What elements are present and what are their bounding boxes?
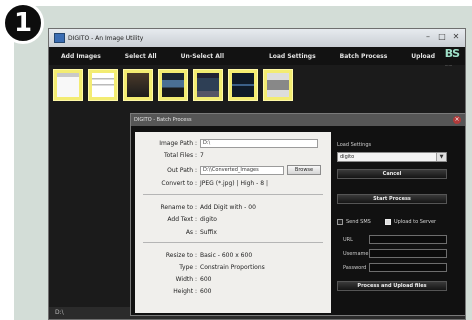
step-number-badge: 1 (2, 2, 44, 44)
thumbnail-image (127, 73, 149, 97)
total-files-value: 7 (200, 151, 204, 159)
divider (143, 242, 323, 243)
toolbar: Add Images Select All Un-Select All Load… (49, 47, 465, 65)
width-row: Width : 600 (135, 274, 212, 284)
load-settings-label: Load Settings (337, 142, 372, 148)
height-label: Height : (173, 287, 197, 295)
settings-form: Image Path : D:\ Total Files : 7 Out Pat… (135, 132, 331, 313)
thumbnail-image (232, 73, 254, 97)
image-path-field[interactable]: D:\ (200, 138, 318, 148)
as-label: As : (185, 228, 197, 236)
cancel-button[interactable]: Cancel (337, 169, 447, 179)
image-thumbnail[interactable] (123, 69, 153, 101)
rename-to-value: Add Digit with - 00 (200, 203, 256, 211)
thumbnail-image (162, 73, 184, 97)
out-path-row: Out Path : D:\\Converted_Images Browse (135, 165, 321, 175)
total-files-label: Total Files : (163, 151, 197, 159)
rename-to-label: Rename to : (160, 203, 197, 211)
password-row: Password (337, 263, 447, 272)
add-text-label: Add Text : (167, 215, 197, 223)
settings-select-value: digito (340, 154, 355, 160)
chevron-down-icon: ▼ (436, 153, 446, 161)
add-text-row: Add Text : digito (135, 214, 217, 224)
add-images-button[interactable]: Add Images (49, 53, 113, 60)
settings-select[interactable]: digito ▼ (337, 152, 447, 162)
window-title: DIGITO - An Image Utility (68, 34, 144, 42)
browse-button[interactable]: Browse (287, 165, 321, 175)
batch-process-dialog: DIGITO - Batch Process × Image Path : D:… (130, 113, 466, 316)
add-text-value: digito (200, 215, 217, 223)
width-label: Width : (175, 275, 197, 283)
image-thumbnail[interactable] (263, 69, 293, 101)
convert-to-label: Convert to : (161, 179, 197, 187)
title-bar: DIGITO - An Image Utility – □ ✕ (49, 29, 465, 47)
height-value: 600 (200, 287, 212, 295)
as-row: As : Suffix (135, 227, 217, 237)
load-settings-button[interactable]: Load Settings (257, 53, 328, 60)
window-controls: – □ ✕ (423, 32, 461, 42)
convert-to-value: JPEG (*.jpg) | High - 8 | (200, 179, 268, 187)
image-thumbnail[interactable] (228, 69, 258, 101)
thumbnail-image (267, 73, 289, 97)
height-row: Height : 600 (135, 286, 211, 296)
width-value: 600 (200, 275, 212, 283)
upload-to-server-checkbox[interactable] (385, 219, 391, 225)
bs-logo: BS ...... (444, 48, 460, 70)
password-field[interactable] (369, 263, 447, 272)
dialog-title: DIGITO - Batch Process (131, 114, 465, 126)
upload-to-server-option[interactable]: Upload to Server (385, 219, 436, 225)
logo-subtext: ...... (444, 62, 453, 67)
minimize-icon[interactable]: – (423, 32, 433, 42)
url-label: URL (343, 236, 353, 243)
batch-process-button[interactable]: Batch Process (328, 53, 400, 60)
maximize-icon[interactable]: □ (437, 32, 447, 42)
thumbnail-image (92, 73, 114, 97)
thumbnail-image (197, 73, 219, 97)
start-process-button[interactable]: Start Process (337, 194, 447, 204)
convert-to-row: Convert to : JPEG (*.jpg) | High - 8 | (135, 178, 268, 188)
app-icon (54, 33, 65, 43)
image-thumbnail[interactable] (193, 69, 223, 101)
url-field[interactable] (369, 235, 447, 244)
thumbnail-strip (53, 69, 293, 101)
send-sms-option[interactable]: Send SMS (337, 219, 371, 225)
resize-to-label: Resize to : (165, 251, 197, 259)
resize-to-value: Basic - 600 x 600 (200, 251, 253, 259)
type-row: Type : Constrain Proportions (135, 262, 265, 272)
select-all-button[interactable]: Select All (113, 53, 169, 60)
out-path-label: Out Path : (167, 166, 197, 174)
upload-to-server-label: Upload to Server (394, 219, 437, 225)
type-value: Constrain Proportions (200, 263, 265, 271)
rename-to-row: Rename to : Add Digit with - 00 (135, 202, 256, 212)
dialog-close-icon[interactable]: × (453, 116, 461, 124)
password-label: Password (343, 264, 367, 271)
image-thumbnail[interactable] (53, 69, 83, 101)
divider (143, 194, 323, 195)
send-sms-label: Send SMS (346, 219, 371, 225)
username-label: Username (343, 250, 369, 257)
close-icon[interactable]: ✕ (451, 32, 461, 42)
image-thumbnail[interactable] (158, 69, 188, 101)
send-sms-checkbox[interactable] (337, 219, 343, 225)
image-thumbnail[interactable] (88, 69, 118, 101)
resize-to-row: Resize to : Basic - 600 x 600 (135, 250, 252, 260)
username-row: Username (337, 249, 447, 258)
unselect-all-button[interactable]: Un-Select All (169, 53, 236, 60)
as-value: Suffix (200, 228, 217, 236)
type-label: Type : (179, 263, 197, 271)
username-field[interactable] (369, 249, 447, 258)
image-path-row: Image Path : D:\ (135, 138, 318, 148)
process-and-upload-button[interactable]: Process and Upload files (337, 281, 447, 291)
image-path-label: Image Path : (159, 139, 197, 147)
total-files-row: Total Files : 7 (135, 150, 204, 160)
url-row: URL (337, 235, 447, 244)
out-path-field[interactable]: D:\\Converted_Images (200, 165, 284, 175)
thumbnail-image (57, 73, 79, 97)
